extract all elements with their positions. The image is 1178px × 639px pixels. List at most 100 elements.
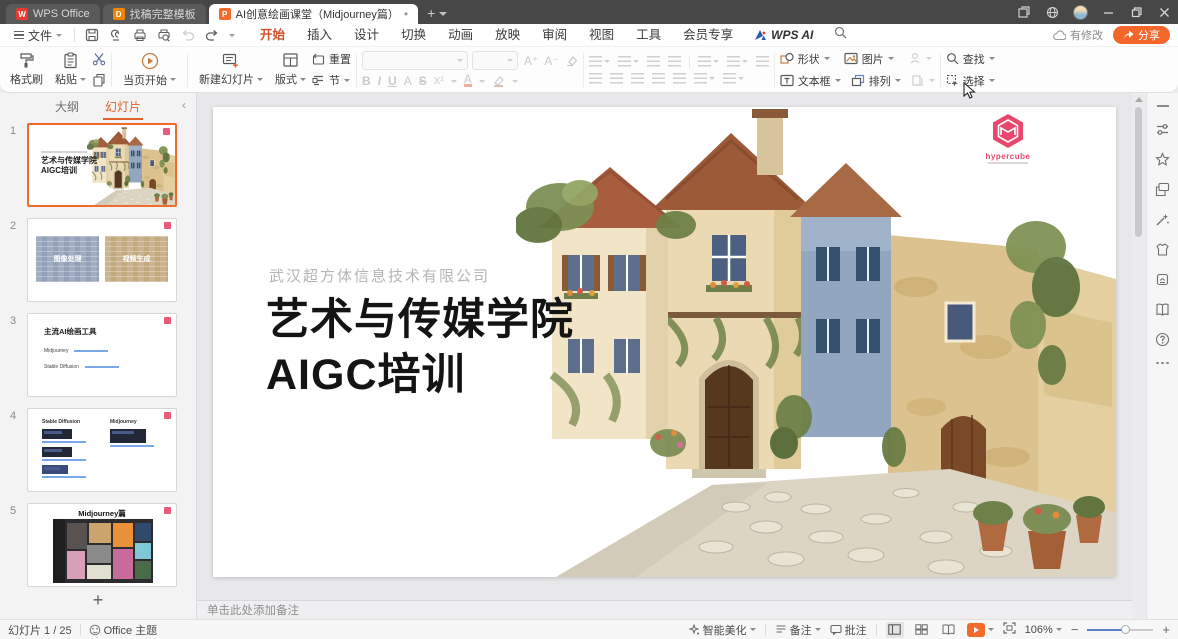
bold-button[interactable]: B — [362, 74, 371, 88]
copy-button[interactable] — [92, 71, 106, 89]
slide-thumbnail-2[interactable]: 图像处理 视频生成 — [27, 218, 177, 302]
decrease-indent-button[interactable] — [647, 56, 660, 67]
skin-globe-icon[interactable] — [1038, 0, 1066, 24]
smartart-button-disabled[interactable] — [908, 50, 932, 68]
tab-slides[interactable]: 幻灯片 — [105, 98, 141, 115]
qat-more-caret-icon[interactable] — [229, 34, 235, 37]
new-tab-button[interactable]: + — [427, 5, 435, 21]
menu-animation[interactable]: 动画 — [437, 24, 484, 47]
comment-button[interactable]: 批注 — [830, 622, 867, 638]
menu-slideshow[interactable]: 放映 — [484, 24, 531, 47]
scroll-up-icon[interactable] — [1135, 97, 1143, 102]
add-slide-button[interactable]: + — [0, 590, 196, 611]
company-name-text[interactable]: 武汉超方体信息技术有限公司 — [269, 265, 490, 286]
tab-template-doc[interactable]: D 找稿完整模板 — [103, 4, 206, 24]
fit-slide-button[interactable] — [1003, 622, 1016, 637]
close-button[interactable] — [1150, 0, 1178, 24]
merge-shapes-button-disabled[interactable] — [911, 72, 935, 90]
zoom-slider-knob[interactable] — [1121, 625, 1130, 634]
slide-1-canvas[interactable]: 武汉超方体信息技术有限公司 艺术与传媒学院 AIGC培训 hypercube — [213, 107, 1116, 577]
smart-beautify-wand-icon[interactable] — [1155, 212, 1170, 227]
arrange-button[interactable]: 排列 — [851, 72, 901, 90]
print-preview-button[interactable] — [157, 28, 171, 42]
wps-ai-menu[interactable]: WPS AI — [744, 28, 823, 42]
slideshow-button[interactable] — [967, 623, 994, 637]
notes-area[interactable]: 单击此处添加备注 — [197, 600, 1132, 619]
print-button[interactable] — [133, 28, 147, 42]
menu-view[interactable]: 视图 — [578, 24, 625, 47]
font-color-button[interactable]: A — [464, 75, 472, 87]
minimize-button[interactable] — [1094, 0, 1122, 24]
menu-review[interactable]: 审阅 — [531, 24, 578, 47]
help-icon[interactable] — [1155, 332, 1170, 347]
slide-layout-button[interactable]: 版式 — [269, 51, 312, 88]
find-button[interactable]: 查找 — [946, 50, 995, 68]
menu-design[interactable]: 设计 — [343, 24, 390, 47]
shapes-button[interactable]: 形状 — [780, 50, 830, 68]
highlight-color-icon[interactable] — [492, 75, 505, 87]
notes-button[interactable]: 备注 — [775, 622, 821, 638]
menu-insert[interactable]: 插入 — [296, 24, 343, 47]
zoom-in-button[interactable]: + — [1162, 625, 1170, 635]
tab-outline[interactable]: 大纲 — [55, 98, 79, 115]
collapse-sidebar-icon[interactable] — [1157, 105, 1169, 107]
char-spacing-button[interactable]: A — [404, 74, 412, 88]
share-button[interactable]: 分享 — [1113, 26, 1170, 44]
clear-format-icon[interactable] — [565, 55, 578, 67]
align-center-button[interactable] — [610, 73, 623, 84]
align-right-button[interactable] — [631, 73, 644, 84]
export-pdf-button[interactable] — [109, 28, 123, 42]
reset-slide-button[interactable]: 重置 — [312, 50, 351, 68]
slide-sorter-view-button[interactable] — [913, 622, 931, 638]
superscript-button[interactable]: X² — [434, 76, 444, 87]
reading-view-button[interactable] — [940, 622, 958, 638]
normal-view-button[interactable] — [886, 622, 904, 638]
resource-stamp-icon[interactable] — [1155, 272, 1170, 287]
new-slide-button[interactable]: 新建幻灯片 — [193, 51, 269, 88]
paragraph-spacing-button[interactable] — [694, 73, 715, 84]
save-button[interactable] — [85, 28, 99, 42]
scrollbar-thumb[interactable] — [1135, 107, 1142, 237]
columns-button[interactable] — [756, 56, 769, 67]
increase-font-button[interactable]: A⁺ — [524, 54, 538, 68]
format-painter-button[interactable]: 格式刷 — [4, 51, 49, 88]
collapse-panel-button[interactable]: ‹ — [182, 98, 186, 112]
slide-thumbnail-1[interactable]: 艺术与传媒学院 AIGC培训 — [27, 123, 177, 207]
template-book-icon[interactable] — [1155, 302, 1170, 317]
numbered-list-button[interactable] — [618, 56, 639, 67]
align-distribute-button[interactable] — [673, 73, 686, 84]
slide-thumbnail-4[interactable]: Stable Diffusion Midjourney — [27, 408, 177, 492]
italic-button[interactable]: I — [378, 74, 381, 88]
menu-tools[interactable]: 工具 — [625, 24, 672, 47]
tab-active-presentation[interactable]: P AI创意绘画课堂（Midjourney篇） • — [209, 4, 418, 24]
slide-title-text[interactable]: 艺术与传媒学院 AIGC培训 — [266, 293, 574, 403]
increase-indent-button[interactable] — [668, 56, 681, 67]
bullet-list-button[interactable] — [589, 56, 610, 67]
more-tools-icon[interactable] — [1156, 362, 1169, 365]
align-justify-button[interactable] — [652, 73, 665, 84]
textbox-button[interactable]: 文本框 — [780, 72, 841, 90]
restore-button[interactable] — [1122, 0, 1150, 24]
vertical-scrollbar[interactable] — [1132, 93, 1146, 600]
cut-button[interactable] — [92, 50, 106, 68]
line-spacing-button[interactable] — [727, 56, 748, 67]
file-menu-button[interactable]: 文件 — [8, 27, 68, 44]
section-button[interactable]: 节 — [312, 71, 351, 89]
underline-button[interactable]: U — [388, 74, 397, 88]
slide-thumbnail-5[interactable]: Midjourney篇 — [27, 503, 177, 587]
theme-button[interactable]: Office 主题 — [89, 622, 158, 638]
avatar[interactable] — [1066, 0, 1094, 24]
font-family-select[interactable] — [362, 51, 468, 70]
ai-recommend-star-icon[interactable] — [1155, 152, 1170, 167]
paragraph-settings-button[interactable] — [723, 73, 744, 84]
smart-beautify-button[interactable]: 智能美化 — [688, 622, 756, 638]
menu-membership[interactable]: 会员专享 — [672, 24, 744, 47]
decrease-font-button[interactable]: A⁻ — [544, 54, 558, 68]
tab-list-caret-icon[interactable] — [439, 12, 447, 16]
slide-thumbnail-3[interactable]: 主流AI绘画工具 Midjourney Stable Diffusion — [27, 313, 177, 397]
play-from-current-button[interactable]: 当页开始 — [117, 51, 182, 89]
text-direction-button[interactable] — [698, 56, 719, 67]
workspace-icon[interactable] — [1010, 0, 1038, 24]
redo-button[interactable] — [205, 29, 219, 42]
align-left-button[interactable] — [589, 73, 602, 84]
